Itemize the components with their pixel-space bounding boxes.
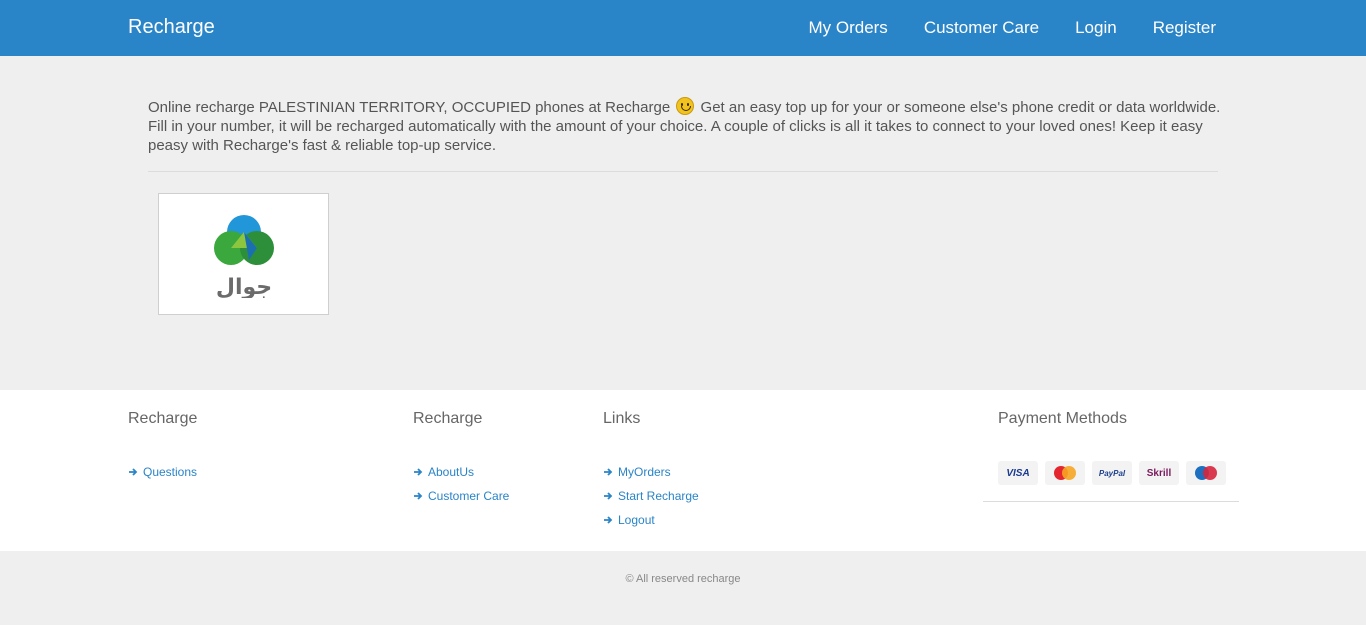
maestro-icon [1186,461,1226,485]
footer-link-start-recharge[interactable]: Start Recharge [603,489,699,503]
intro-text: Online recharge PALESTINIAN TERRITORY, O… [148,97,1222,155]
mastercard-icon [1045,461,1085,485]
nav-register[interactable]: Register [1153,18,1216,38]
brand-link[interactable]: Recharge [128,16,215,39]
smiley-icon [676,97,695,115]
footer-col1-links: Questions [128,465,197,489]
visa-icon: VISA [998,461,1038,485]
copyright-text: © All reserved recharge [625,573,741,585]
footer-col2-title: Recharge [413,410,483,427]
arrow-right-icon [414,468,423,476]
footer-link-label: Questions [143,465,198,479]
footer-link-myorders[interactable]: MyOrders [603,465,671,479]
arrow-right-icon [604,468,613,476]
footer-link-aboutus[interactable]: AboutUs [413,465,474,479]
arrow-right-icon [604,492,613,500]
nav-links: My Orders Customer Care Login Register [808,18,1216,38]
operator-logo-text: جوال [216,275,272,298]
top-navbar: Recharge My Orders Customer Care Login R… [0,0,1366,56]
operator-card-jawwal[interactable]: جوال [158,193,329,315]
intro-text-start: Online recharge PALESTINIAN TERRITORY, O… [148,99,671,116]
footer-link-questions[interactable]: Questions [128,465,197,479]
arrow-right-icon [414,492,423,500]
footer-col1-title: Recharge [128,410,198,427]
footer-link-label: Logout [618,513,655,527]
footer-col2-links: AboutUs Customer Care [413,465,509,513]
arrow-right-icon [129,468,138,476]
footer-link-customer-care[interactable]: Customer Care [413,489,509,503]
skrill-icon: Skrill [1139,461,1179,485]
nav-my-orders[interactable]: My Orders [808,18,887,38]
nav-login[interactable]: Login [1075,18,1117,38]
arrow-right-icon [604,516,613,524]
footer-link-logout[interactable]: Logout [603,513,655,527]
nav-customer-care[interactable]: Customer Care [924,18,1039,38]
footer-col3-links: MyOrders Start Recharge Logout [603,465,699,537]
footer-link-label: Customer Care [428,489,510,503]
footer-link-label: Start Recharge [618,489,699,503]
footer-link-label: MyOrders [618,465,671,479]
footer-col3-title: Links [603,410,641,427]
payment-methods-title: Payment Methods [998,410,1127,427]
footer-link-label: AboutUs [428,465,475,479]
content-divider [148,171,1218,172]
payment-divider [983,501,1239,502]
footer: Recharge Questions Recharge AboutUs Cust… [0,390,1366,551]
paypal-icon: PayPal [1092,461,1132,485]
jawwal-logo-icon: جوال [214,215,274,298]
payment-methods: VISA PayPal Skrill [998,461,1226,485]
